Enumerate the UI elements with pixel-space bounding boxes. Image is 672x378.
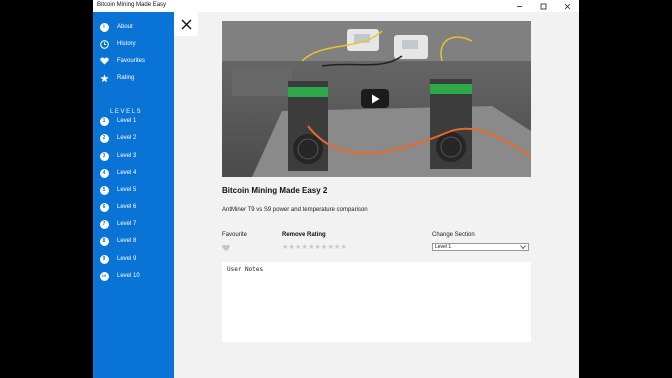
section-dropdown[interactable]: Level 1: [432, 243, 529, 251]
sidebar-item-label: Level 9: [117, 256, 137, 262]
video-description: AntMiner T9 vs S9 power and temperature …: [222, 207, 368, 213]
rating-stars[interactable]: ★ ★ ★ ★ ★ ★ ★ ★ ★ ★: [282, 244, 347, 251]
sidebar-item-level-9[interactable]: 9 Level 9: [99, 252, 136, 266]
section-dropdown-value: Level 1: [435, 244, 452, 250]
close-icon: [564, 3, 570, 9]
video-player[interactable]: [222, 21, 531, 177]
sidebar-item-level-6[interactable]: 6 Level 6: [99, 200, 136, 214]
play-icon: [371, 94, 379, 103]
sidebar-item-label: Level 4: [117, 170, 137, 176]
title-bar: Bitcoin Mining Made Easy: [93, 0, 579, 12]
level-number-icon: 3: [99, 151, 109, 161]
change-section-label: Change Section: [432, 232, 475, 238]
user-notes-field[interactable]: [222, 262, 531, 342]
level-number-icon: 5: [99, 185, 109, 195]
sidebar-item-level-3[interactable]: 3 Level 3: [99, 149, 136, 163]
sidebar-item-label: Level 7: [117, 221, 137, 227]
level-number-icon: 8: [99, 236, 109, 246]
level-number-icon: 10: [99, 271, 109, 281]
favourite-heart-icon[interactable]: [222, 244, 230, 252]
level-number-icon: 2: [99, 133, 109, 143]
sidebar-item-label: Level 6: [117, 204, 137, 210]
rating-star-icon[interactable]: ★: [289, 244, 295, 251]
sidebar-item-label: About: [117, 24, 133, 30]
close-icon: [181, 19, 191, 29]
level-number-icon: 1: [99, 116, 109, 126]
sidebar-item-level-1[interactable]: 1 Level 1: [99, 114, 136, 128]
sidebar-item-level-7[interactable]: 7 Level 7: [99, 217, 136, 231]
level-number-icon: 9: [99, 254, 109, 264]
maximize-button[interactable]: [531, 0, 555, 12]
sidebar-item-label: Level 2: [117, 135, 137, 141]
sidebar-item-level-4[interactable]: 4 Level 4: [99, 166, 136, 180]
window-title: Bitcoin Mining Made Easy: [97, 2, 167, 8]
rating-star-icon[interactable]: ★: [295, 244, 301, 251]
sidebar: i About History Favourites Rating LEVELS…: [93, 12, 174, 378]
level-number-icon: 7: [99, 219, 109, 229]
sidebar-item-rating[interactable]: Rating: [99, 71, 134, 85]
app-window: Bitcoin Mining Made Easy i About History…: [93, 0, 579, 378]
sidebar-item-label: History: [117, 41, 136, 47]
level-number-icon: 6: [99, 202, 109, 212]
sidebar-item-label: Level 8: [117, 238, 137, 244]
rating-star-icon[interactable]: ★: [328, 244, 334, 251]
info-icon: i: [99, 22, 109, 32]
chevron-down-icon: [520, 245, 526, 250]
close-panel-button[interactable]: [174, 12, 198, 36]
minimize-button[interactable]: [507, 0, 531, 12]
rating-star-icon[interactable]: ★: [282, 244, 288, 251]
star-icon: [99, 73, 109, 83]
heart-icon: [99, 56, 109, 66]
video-title: Bitcoin Mining Made Easy 2: [222, 186, 328, 195]
sidebar-item-label: Level 10: [117, 273, 140, 279]
sidebar-item-level-8[interactable]: 8 Level 8: [99, 234, 136, 248]
rating-star-icon[interactable]: ★: [302, 244, 308, 251]
play-button[interactable]: [361, 89, 389, 108]
clock-icon: [99, 39, 109, 49]
close-window-button[interactable]: [555, 0, 579, 12]
sidebar-item-label: Level 5: [117, 187, 137, 193]
sidebar-item-level-5[interactable]: 5 Level 5: [99, 183, 136, 197]
rating-star-icon[interactable]: ★: [341, 244, 347, 251]
rating-star-icon[interactable]: ★: [308, 244, 314, 251]
favourite-label: Favourite: [222, 232, 248, 238]
sidebar-item-label: Favourites: [117, 58, 146, 64]
sidebar-item-label: Level 1: [117, 118, 137, 124]
sidebar-item-history[interactable]: History: [99, 37, 136, 51]
level-number-icon: 4: [99, 168, 109, 178]
maximize-icon: [540, 3, 546, 9]
remove-rating-button[interactable]: Remove Rating: [282, 232, 326, 238]
sidebar-item-level-2[interactable]: 2 Level 2: [99, 131, 136, 145]
sidebar-item-about[interactable]: i About: [99, 20, 133, 34]
sidebar-item-label: Level 3: [117, 153, 137, 159]
rating-star-icon[interactable]: ★: [315, 244, 321, 251]
rating-star-icon[interactable]: ★: [321, 244, 327, 251]
minimize-icon: [516, 5, 522, 7]
sidebar-item-level-10[interactable]: 10 Level 10: [99, 269, 140, 283]
sidebar-item-label: Rating: [117, 75, 135, 81]
sidebar-item-favourites[interactable]: Favourites: [99, 54, 145, 68]
rating-star-icon[interactable]: ★: [334, 244, 340, 251]
